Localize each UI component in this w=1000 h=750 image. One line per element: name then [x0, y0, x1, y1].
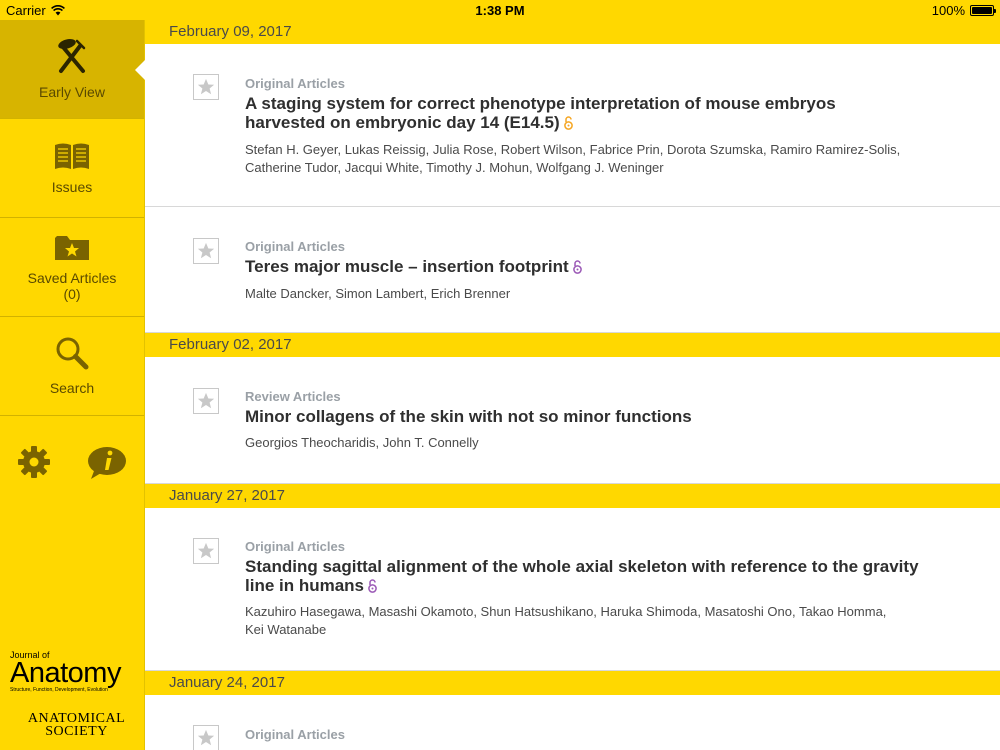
star-icon [197, 242, 215, 259]
sidebar-item-label: Search [49, 380, 95, 396]
list-item[interactable]: Original Articles Standing sagittal alig… [145, 508, 1000, 671]
logo-title: Anatomy [10, 657, 121, 689]
status-bar: Carrier 1:38 PM 100% [0, 0, 1000, 20]
sidebar-item-search[interactable]: Search [0, 317, 144, 416]
article-authors: Kazuhiro Hasegawa, Masashi Okamoto, Shun… [245, 603, 965, 639]
article-authors: Stefan H. Geyer, Lukas Reissig, Julia Ro… [245, 141, 965, 177]
title-line: A staging system for correct phenotype i… [245, 94, 836, 113]
article-title[interactable]: Teres major muscle – insertion footprint [245, 257, 965, 276]
save-button[interactable] [193, 74, 219, 100]
authors-line: Catherine Tudor, Jacqui White, Timothy J… [245, 160, 664, 175]
list-item[interactable]: Original Articles Teres major muscle – i… [145, 207, 1000, 333]
search-icon [56, 337, 89, 370]
article-type: Original Articles [245, 539, 345, 554]
article-type: Original Articles [245, 239, 345, 254]
status-right: 100% [931, 3, 996, 18]
sidebar-item-label: Early View [39, 84, 105, 100]
sidebar-item-issues[interactable]: Issues [0, 119, 144, 218]
article-list: February 09, 2017 Original Articles A st… [145, 20, 1000, 750]
article-type: Original Articles [245, 76, 345, 91]
saved-count: (0) [63, 286, 81, 302]
list-item[interactable]: Review Articles Minor collagens of the s… [145, 357, 1000, 484]
article-authors: Georgios Theocharidis, John T. Connelly [245, 434, 965, 452]
authors-line: Kei Watanabe [245, 622, 327, 637]
early-view-icon [58, 39, 86, 73]
book-icon [55, 143, 89, 169]
society-line2: SOCIETY [45, 724, 108, 739]
sidebar-item-early-view[interactable]: Early View [0, 20, 145, 119]
save-button[interactable] [193, 238, 219, 264]
star-icon [197, 392, 215, 409]
battery-percent: 100% [931, 3, 965, 18]
battery-icon [970, 5, 996, 16]
society-logo: ANATOMICAL SOCIETY [14, 712, 139, 739]
status-time: 1:38 PM [475, 3, 525, 18]
open-access-orange-icon [563, 116, 573, 130]
title-line: Minor collagens of the skin with not so … [245, 407, 692, 426]
authors-line: Stefan H. Geyer, Lukas Reissig, Julia Ro… [245, 142, 901, 157]
utility-row [0, 445, 145, 481]
save-button[interactable] [193, 538, 219, 564]
info-icon[interactable] [86, 445, 128, 481]
folder-star-icon [55, 236, 89, 260]
sidebar-item-label: Saved Articles [27, 270, 117, 286]
sidebar: Early View Issues Saved Articles (0) Sea… [0, 20, 145, 750]
title-line: Standing sagittal alignment of the whole… [245, 557, 919, 576]
title-line: line in humans [245, 576, 365, 595]
title-line-wrap: harvested on embryonic day 14 (E14.5) [245, 113, 965, 132]
authors-line: Malte Dancker, Simon Lambert, Erich Bren… [245, 286, 511, 301]
title-line: Teres major muscle – insertion footprint [245, 257, 569, 276]
star-icon [197, 729, 215, 746]
star-icon [197, 78, 215, 95]
save-button[interactable] [193, 725, 219, 750]
date-header: February 09, 2017 [145, 20, 1000, 44]
article-title[interactable]: Minor collagens of the skin with not so … [245, 407, 965, 426]
open-access-purple-icon [368, 579, 377, 593]
title-line-wrap: line in humans [245, 576, 965, 595]
list-item[interactable]: Original Articles A staging system for c… [145, 44, 1000, 207]
list-item[interactable]: Original Articles [145, 695, 1000, 750]
open-access-purple-icon [572, 260, 582, 274]
journal-logo: Journal of Anatomy Structure, Function, … [10, 650, 140, 693]
title-line: harvested on embryonic day 14 (E14.5) [245, 113, 560, 132]
article-title[interactable]: Standing sagittal alignment of the whole… [245, 557, 965, 595]
star-icon [197, 542, 215, 559]
sidebar-item-saved-articles[interactable]: Saved Articles (0) [0, 218, 144, 317]
gear-icon[interactable] [17, 445, 51, 479]
article-title[interactable]: A staging system for correct phenotype i… [245, 94, 965, 132]
sidebar-item-label: Issues [51, 179, 93, 195]
authors-line: Kazuhiro Hasegawa, Masashi Okamoto, Shun… [245, 604, 887, 619]
article-authors: Malte Dancker, Simon Lambert, Erich Bren… [245, 285, 965, 303]
article-type: Review Articles [245, 389, 341, 404]
article-type: Original Articles [245, 727, 345, 742]
date-header: January 24, 2017 [145, 671, 1000, 695]
save-button[interactable] [193, 388, 219, 414]
date-header: January 27, 2017 [145, 484, 1000, 508]
date-header: February 02, 2017 [145, 333, 1000, 357]
authors-line: Georgios Theocharidis, John T. Connelly [245, 435, 479, 450]
